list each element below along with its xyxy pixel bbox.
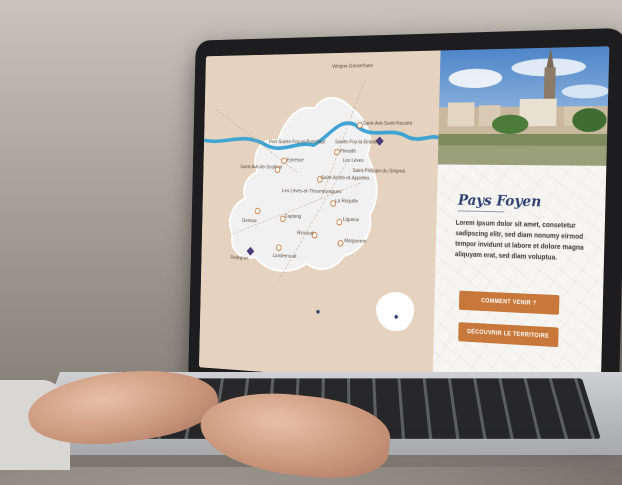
map-label[interactable]: Saint-André-et-Appelles bbox=[321, 175, 369, 181]
map-label[interactable]: Ligueux bbox=[343, 217, 359, 223]
content-panel: Pays Foyen Lorem ipsum dolor sit amet, c… bbox=[432, 46, 610, 397]
map-label[interactable]: Riocaud bbox=[297, 231, 313, 237]
map-label[interactable]: Saint-Philippe-du-Seignal bbox=[352, 168, 404, 174]
map-label[interactable]: Sainte-Foy-la-Grande bbox=[335, 140, 379, 146]
laptop-screen: Vérigne-Gensefrané Saint-Avit-Saint-Naza… bbox=[198, 46, 610, 397]
map-compass-dot bbox=[316, 309, 320, 314]
intro-paragraph: Lorem ipsum dolor sit amet, consetetur s… bbox=[454, 219, 584, 262]
brand-title: Pays Foyen bbox=[457, 191, 542, 211]
map-label[interactable]: Pellegrue bbox=[230, 255, 248, 261]
map-label[interactable]: Port-Sainte-Foy-et-Ponchapt bbox=[269, 140, 325, 146]
map-label[interactable]: Gensac bbox=[242, 218, 257, 224]
map-label[interactable]: La Roquille bbox=[335, 199, 358, 205]
map-label[interactable]: Eynesse bbox=[287, 158, 304, 164]
territory-map[interactable] bbox=[199, 50, 441, 384]
map-marker[interactable] bbox=[337, 240, 344, 247]
town-photo bbox=[437, 46, 610, 166]
map-label[interactable]: Caplong bbox=[285, 214, 302, 220]
town-photo-illustration bbox=[437, 46, 610, 166]
map-panel[interactable]: Vérigne-Gensefrané Saint-Avit-Saint-Naza… bbox=[198, 50, 441, 385]
france-inset-map bbox=[376, 292, 414, 332]
map-label[interactable]: Vérigne-Gensefrané bbox=[332, 63, 373, 69]
map-label[interactable]: Landerrouat bbox=[273, 253, 297, 259]
map-label[interactable]: Les Lèves bbox=[343, 158, 364, 164]
map-label[interactable]: Saint-Avit-Saint-Nazaire bbox=[363, 121, 413, 127]
map-label[interactable]: Margueron bbox=[344, 238, 366, 244]
map-label[interactable]: Pineuilh bbox=[340, 149, 356, 155]
map-label[interactable]: Les Lèves-et-Thoumeyragues bbox=[282, 188, 341, 194]
